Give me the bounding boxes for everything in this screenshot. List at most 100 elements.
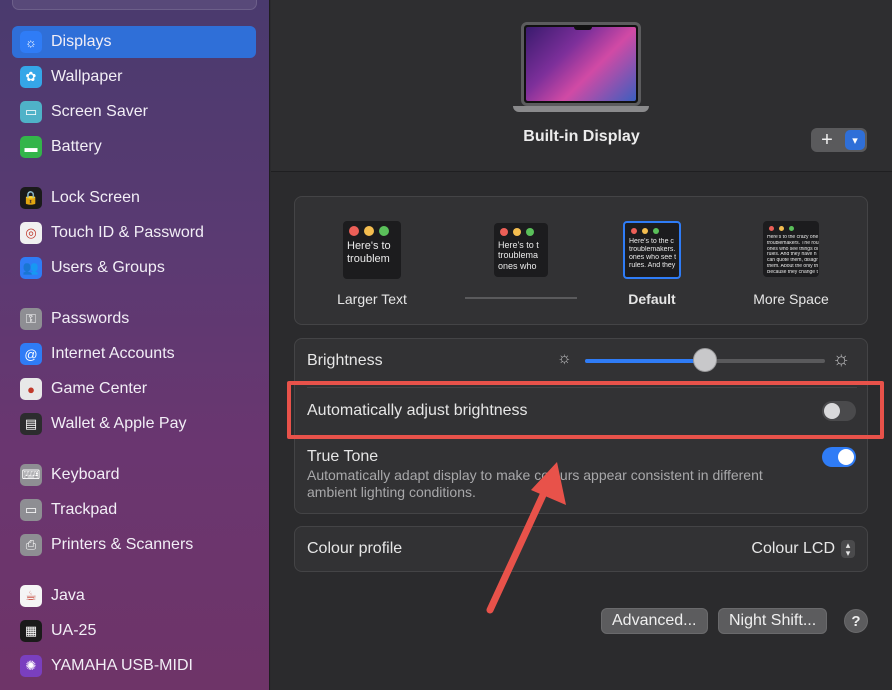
sidebar-item-label: Java [51,587,85,604]
sidebar-item-wallet-apple-pay[interactable]: ▤ Wallet & Apple Pay [12,408,256,440]
divider [307,437,857,438]
advanced-button[interactable]: Advanced... [601,608,708,634]
sidebar-item-label: Wallet & Apple Pay [51,415,187,432]
help-button[interactable]: ? [844,609,868,633]
resolution-preview: Here's to the c troublemakers. ones who se… [623,221,681,279]
sidebar-item-trackpad[interactable]: ▭ Trackpad [12,494,256,526]
resolution-option-label: Larger Text [337,291,407,307]
sidebar-item-yamaha-usb-midi[interactable]: ✺ YAMAHA USB-MIDI [12,650,256,682]
sidebar-item-label: Wallpaper [51,68,123,85]
sidebar-item-label: Game Center [51,380,148,397]
brightness-slider-knob[interactable] [693,348,717,372]
sidebar-item-label: YAMAHA USB-MIDI [51,657,193,674]
window-controls-icon [763,221,819,235]
search-field[interactable] [12,0,257,10]
battery-icon: ▬ [20,136,42,158]
touch-id-icon: ◎ [20,222,42,244]
resolution-option[interactable]: Here's to the c troublemakers. ones who se… [587,221,717,321]
resolution-option[interactable]: Here's to the crazy one troublemakers. Th… [726,221,856,321]
sun-large-icon: ☼ [832,348,851,370]
preview-text: troublema [498,250,539,261]
preview-text: troublemakers. [629,246,676,254]
sidebar-item-ua-25[interactable]: ▦ UA-25 [12,615,256,647]
sidebar-item-java[interactable]: ☕ Java [12,580,256,612]
resolution-preview: Here's to the crazy one troublemakers. Th… [763,221,819,277]
night-shift-button[interactable]: Night Shift... [718,608,828,634]
users-groups-icon: 👥 [20,257,42,279]
sidebar-item-label: Keyboard [51,466,120,483]
colour-profile-label: Colour profile [307,540,403,557]
sidebar-item-lock-screen[interactable]: 🔒 Lock Screen [12,182,256,214]
resolution-option[interactable]: Here's to troublem Larger Text [307,221,437,321]
passwords-icon: ⚿ [20,308,42,330]
sidebar-item-touch-id-password[interactable]: ◎ Touch ID & Password [12,217,256,249]
preview-text: Because they change t [767,269,818,275]
add-display-button[interactable]: + ▾ [811,128,867,152]
sun-small-icon: ☼ [557,350,572,367]
resolution-preview: Here's to t troublema ones who [494,223,548,277]
sidebar-item-label: UA-25 [51,622,97,639]
keyboard-icon: ⌨ [20,464,42,486]
wallpaper-icon: ✿ [20,66,42,88]
divider [307,387,857,388]
colour-profile-value: Colour LCD [751,540,835,557]
preview-text: ones who see t [629,254,677,262]
sidebar-item-displays[interactable]: ☼ Displays [12,26,256,58]
sidebar-item-label: Printers & Scanners [51,536,194,553]
sidebar-item-label: Lock Screen [51,189,140,206]
auto-brightness-toggle[interactable] [822,401,856,421]
displays-icon: ☼ [20,31,42,53]
lock-screen-icon: 🔒 [20,187,42,209]
sidebar: ☼ Displays ✿ Wallpaper ▭ Screen Saver ▬ Battery… [0,0,270,690]
screen-saver-icon: ▭ [20,101,42,123]
sidebar-item-screen-saver[interactable]: ▭ Screen Saver [12,96,256,128]
colour-profile-panel: Colour profile Colour LCD ▴ ▾ [294,526,868,572]
game-center-icon: ● [20,378,42,400]
wallet-icon: ▤ [20,413,42,435]
sidebar-item-label: Displays [51,33,112,50]
sidebar-item-passwords[interactable]: ⚿ Passwords [12,303,256,335]
true-tone-description: Automatically adapt display to make colo… [307,467,763,500]
sidebar-item-users-groups[interactable]: 👥 Users & Groups [12,252,256,284]
internet-accounts-icon: @ [20,343,42,365]
true-tone-label: True Tone [307,448,379,465]
sidebar-item-label: Touch ID & Password [51,224,204,241]
displays-pane: Built-in Display + ▾ Here's to troublem La… [271,0,892,690]
sidebar-item-label: Trackpad [51,501,118,518]
sidebar-item-internet-accounts[interactable]: @ Internet Accounts [12,338,256,370]
chevron-down-icon[interactable]: ▾ [845,130,865,150]
plus-icon[interactable]: + [811,128,843,152]
sidebar-item-battery[interactable]: ▬ Battery [12,131,256,163]
sidebar-item-printers-scanners[interactable]: ⎙ Printers & Scanners [12,529,256,561]
sidebar-item-label: Passwords [51,310,130,327]
brightness-slider[interactable] [585,348,825,372]
resolution-panel: Here's to troublem Larger Text Here's to tt… [294,196,868,325]
true-tone-toggle[interactable] [822,447,856,467]
toggle-knob [838,449,854,465]
resolution-option[interactable]: Here's to t troublema ones who [456,221,586,321]
toggle-knob [824,403,840,419]
preview-text: Here's to the c [629,238,674,245]
java-icon: ☕ [20,585,42,607]
trackpad-icon: ▭ [20,499,42,521]
updown-chevron-icon: ▴ ▾ [841,540,855,558]
printers-icon: ⎙ [20,534,42,556]
resolution-option-label: More Space [753,291,829,307]
colour-profile-popup[interactable]: Colour LCD ▴ ▾ [751,540,855,558]
resolution-option-divider [465,297,577,299]
sidebar-item-label: Internet Accounts [51,345,175,362]
sidebar-item-label: Screen Saver [51,103,148,120]
preview-text: Here's to t [498,240,539,250]
preview-text: Here's to [347,240,391,252]
sidebar-item-keyboard[interactable]: ⌨ Keyboard [12,459,256,491]
window-controls-icon [494,223,548,240]
display-name: Built-in Display [523,128,640,145]
sidebar-item-wallpaper[interactable]: ✿ Wallpaper [12,61,256,93]
preview-text: troublem [347,252,390,265]
sidebar-item-game-center[interactable]: ● Game Center [12,373,256,405]
preview-text: rules. And they [629,262,676,270]
auto-brightness-label: Automatically adjust brightness [307,402,528,419]
display-header: Built-in Display + ▾ [271,0,892,172]
sidebar-item-label: Users & Groups [51,259,165,276]
yamaha-icon: ✺ [20,655,42,677]
